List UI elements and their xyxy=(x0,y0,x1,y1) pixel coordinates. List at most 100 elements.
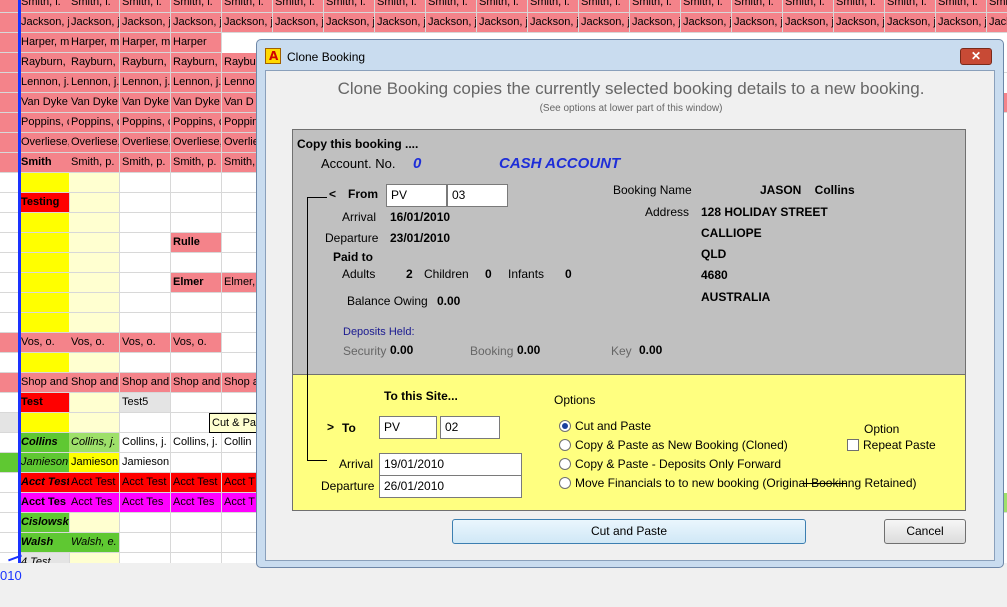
booking-cell[interactable] xyxy=(171,393,222,413)
booking-cell[interactable] xyxy=(0,353,19,373)
booking-cell[interactable] xyxy=(120,193,171,213)
booking-cell[interactable]: Jackson, j. xyxy=(681,13,732,33)
booking-cell[interactable]: Rayburn, xyxy=(19,53,70,73)
booking-cell[interactable]: Acct Tes xyxy=(19,493,70,513)
booking-cell[interactable]: Van Dyke xyxy=(120,93,171,113)
booking-cell[interactable] xyxy=(0,393,19,413)
booking-cell[interactable] xyxy=(0,473,19,493)
booking-cell[interactable]: Vos, o. xyxy=(69,333,120,353)
target-departure-field[interactable]: 26/01/2010 xyxy=(379,475,522,498)
booking-cell[interactable]: Van Dyke xyxy=(171,93,222,113)
booking-cell[interactable]: Collins, j. xyxy=(120,433,171,453)
booking-cell[interactable] xyxy=(0,33,19,53)
booking-cell[interactable]: Smith, l. xyxy=(783,0,834,13)
booking-cell[interactable]: Jackson, j. xyxy=(834,13,885,33)
booking-cell[interactable]: Cislowsk xyxy=(19,513,70,533)
booking-cell[interactable] xyxy=(19,233,70,253)
booking-cell[interactable]: Jackson, j. xyxy=(987,13,1007,33)
booking-cell[interactable]: Elmer xyxy=(171,273,222,293)
booking-cell[interactable]: o. xyxy=(0,333,19,353)
close-button[interactable]: ✕ xyxy=(960,48,992,65)
booking-cell[interactable]: Test5 xyxy=(120,393,171,413)
booking-cell[interactable]: Jackson, j. xyxy=(630,13,681,33)
booking-cell[interactable]: Smith, l. xyxy=(579,0,630,13)
booking-cell[interactable]: Vos, o. xyxy=(19,333,70,353)
booking-cell[interactable]: Rayburn, xyxy=(69,53,120,73)
booking-cell[interactable] xyxy=(19,213,70,233)
booking-cell[interactable]: Lennon, j. xyxy=(171,73,222,93)
booking-cell[interactable]: Van Dyke xyxy=(19,93,70,113)
booking-cell[interactable]: Acct Test xyxy=(120,473,171,493)
dialog-titlebar[interactable]: A Clone Booking ✕ xyxy=(257,40,1003,72)
booking-cell[interactable]: Jackson, j. xyxy=(426,13,477,33)
booking-cell[interactable]: Smith, l. xyxy=(120,0,171,13)
booking-cell[interactable] xyxy=(171,453,222,473)
booking-cell[interactable]: Jackson, j. xyxy=(273,13,324,33)
booking-cell[interactable] xyxy=(0,293,19,313)
option-copy-paste-new-radio[interactable] xyxy=(559,439,571,451)
booking-cell[interactable] xyxy=(69,213,120,233)
option-cut-paste-radio[interactable] xyxy=(559,420,571,432)
booking-cell[interactable]: Acct Test xyxy=(69,473,120,493)
target-arrival-field[interactable]: 19/01/2010 xyxy=(379,453,522,476)
booking-cell[interactable] xyxy=(69,313,120,333)
booking-cell[interactable] xyxy=(69,413,120,433)
booking-cell[interactable]: Shop and xyxy=(69,373,120,393)
booking-cell[interactable] xyxy=(0,513,19,533)
booking-cell[interactable] xyxy=(69,293,120,313)
option-deposits-only[interactable]: Copy & Paste - Deposits Only Forward xyxy=(559,456,939,474)
booking-cell[interactable]: Jackson, j. xyxy=(732,13,783,33)
booking-cell[interactable]: Lennon, j. xyxy=(120,73,171,93)
booking-cell[interactable]: Smith, p. xyxy=(171,153,222,173)
booking-cell[interactable]: Acct Tes xyxy=(171,493,222,513)
booking-cell[interactable]: Walsh, e. xyxy=(69,533,120,553)
to-site-field[interactable]: PV xyxy=(379,416,437,439)
booking-cell[interactable] xyxy=(0,313,19,333)
booking-cell[interactable] xyxy=(0,13,19,33)
booking-cell[interactable]: Jackson, j. xyxy=(783,13,834,33)
booking-cell[interactable]: Jackson, j. xyxy=(477,13,528,33)
booking-cell[interactable] xyxy=(120,173,171,193)
booking-cell[interactable]: Overliese, xyxy=(120,133,171,153)
booking-cell[interactable] xyxy=(171,353,222,373)
booking-cell[interactable] xyxy=(19,173,70,193)
booking-cell[interactable]: Acct Tes xyxy=(69,493,120,513)
option-deposits-only-radio[interactable] xyxy=(559,458,571,470)
booking-cell[interactable]: Poppins, c xyxy=(69,113,120,133)
booking-cell[interactable] xyxy=(0,113,19,133)
booking-cell[interactable]: Jackson, j. xyxy=(19,13,70,33)
booking-cell[interactable]: Lennon, j. xyxy=(19,73,70,93)
booking-cell[interactable] xyxy=(120,553,171,563)
booking-cell[interactable] xyxy=(0,73,19,93)
booking-cell[interactable] xyxy=(69,513,120,533)
booking-cell[interactable] xyxy=(120,313,171,333)
booking-cell[interactable]: Harper, m xyxy=(19,33,70,53)
option-move-financials[interactable]: Move Financials to to new booking (Origi… xyxy=(559,475,959,493)
booking-cell[interactable] xyxy=(69,173,120,193)
booking-cell[interactable]: Smith, l. xyxy=(834,0,885,13)
cut-and-paste-button[interactable]: Cut and Paste xyxy=(452,519,806,544)
booking-cell[interactable] xyxy=(0,253,19,273)
booking-cell[interactable]: Collins, j. xyxy=(171,433,222,453)
booking-cell[interactable]: Smith, p. xyxy=(69,153,120,173)
booking-cell[interactable] xyxy=(0,193,19,213)
option-copy-paste-new[interactable]: Copy & Paste as New Booking (Cloned) xyxy=(559,437,809,455)
booking-cell[interactable] xyxy=(120,213,171,233)
booking-cell[interactable] xyxy=(120,253,171,273)
booking-cell[interactable] xyxy=(0,273,19,293)
booking-cell[interactable]: Shop and xyxy=(19,373,70,393)
booking-cell[interactable] xyxy=(0,133,19,153)
booking-cell[interactable]: Acct Tes xyxy=(120,493,171,513)
from-site-field[interactable]: PV xyxy=(386,184,447,207)
booking-cell[interactable] xyxy=(69,553,120,563)
booking-cell[interactable] xyxy=(0,213,19,233)
booking-cell[interactable]: Smith xyxy=(19,153,70,173)
booking-cell[interactable]: Collins, j. xyxy=(69,433,120,453)
booking-cell[interactable]: Van Dyke xyxy=(69,93,120,113)
booking-cell[interactable]: Jackson, j. xyxy=(324,13,375,33)
booking-cell[interactable]: Smith, l. xyxy=(885,0,936,13)
booking-cell[interactable]: Shop and xyxy=(120,373,171,393)
booking-cell[interactable] xyxy=(120,233,171,253)
booking-cell[interactable] xyxy=(171,173,222,193)
booking-cell[interactable]: Poppins, c xyxy=(19,113,70,133)
